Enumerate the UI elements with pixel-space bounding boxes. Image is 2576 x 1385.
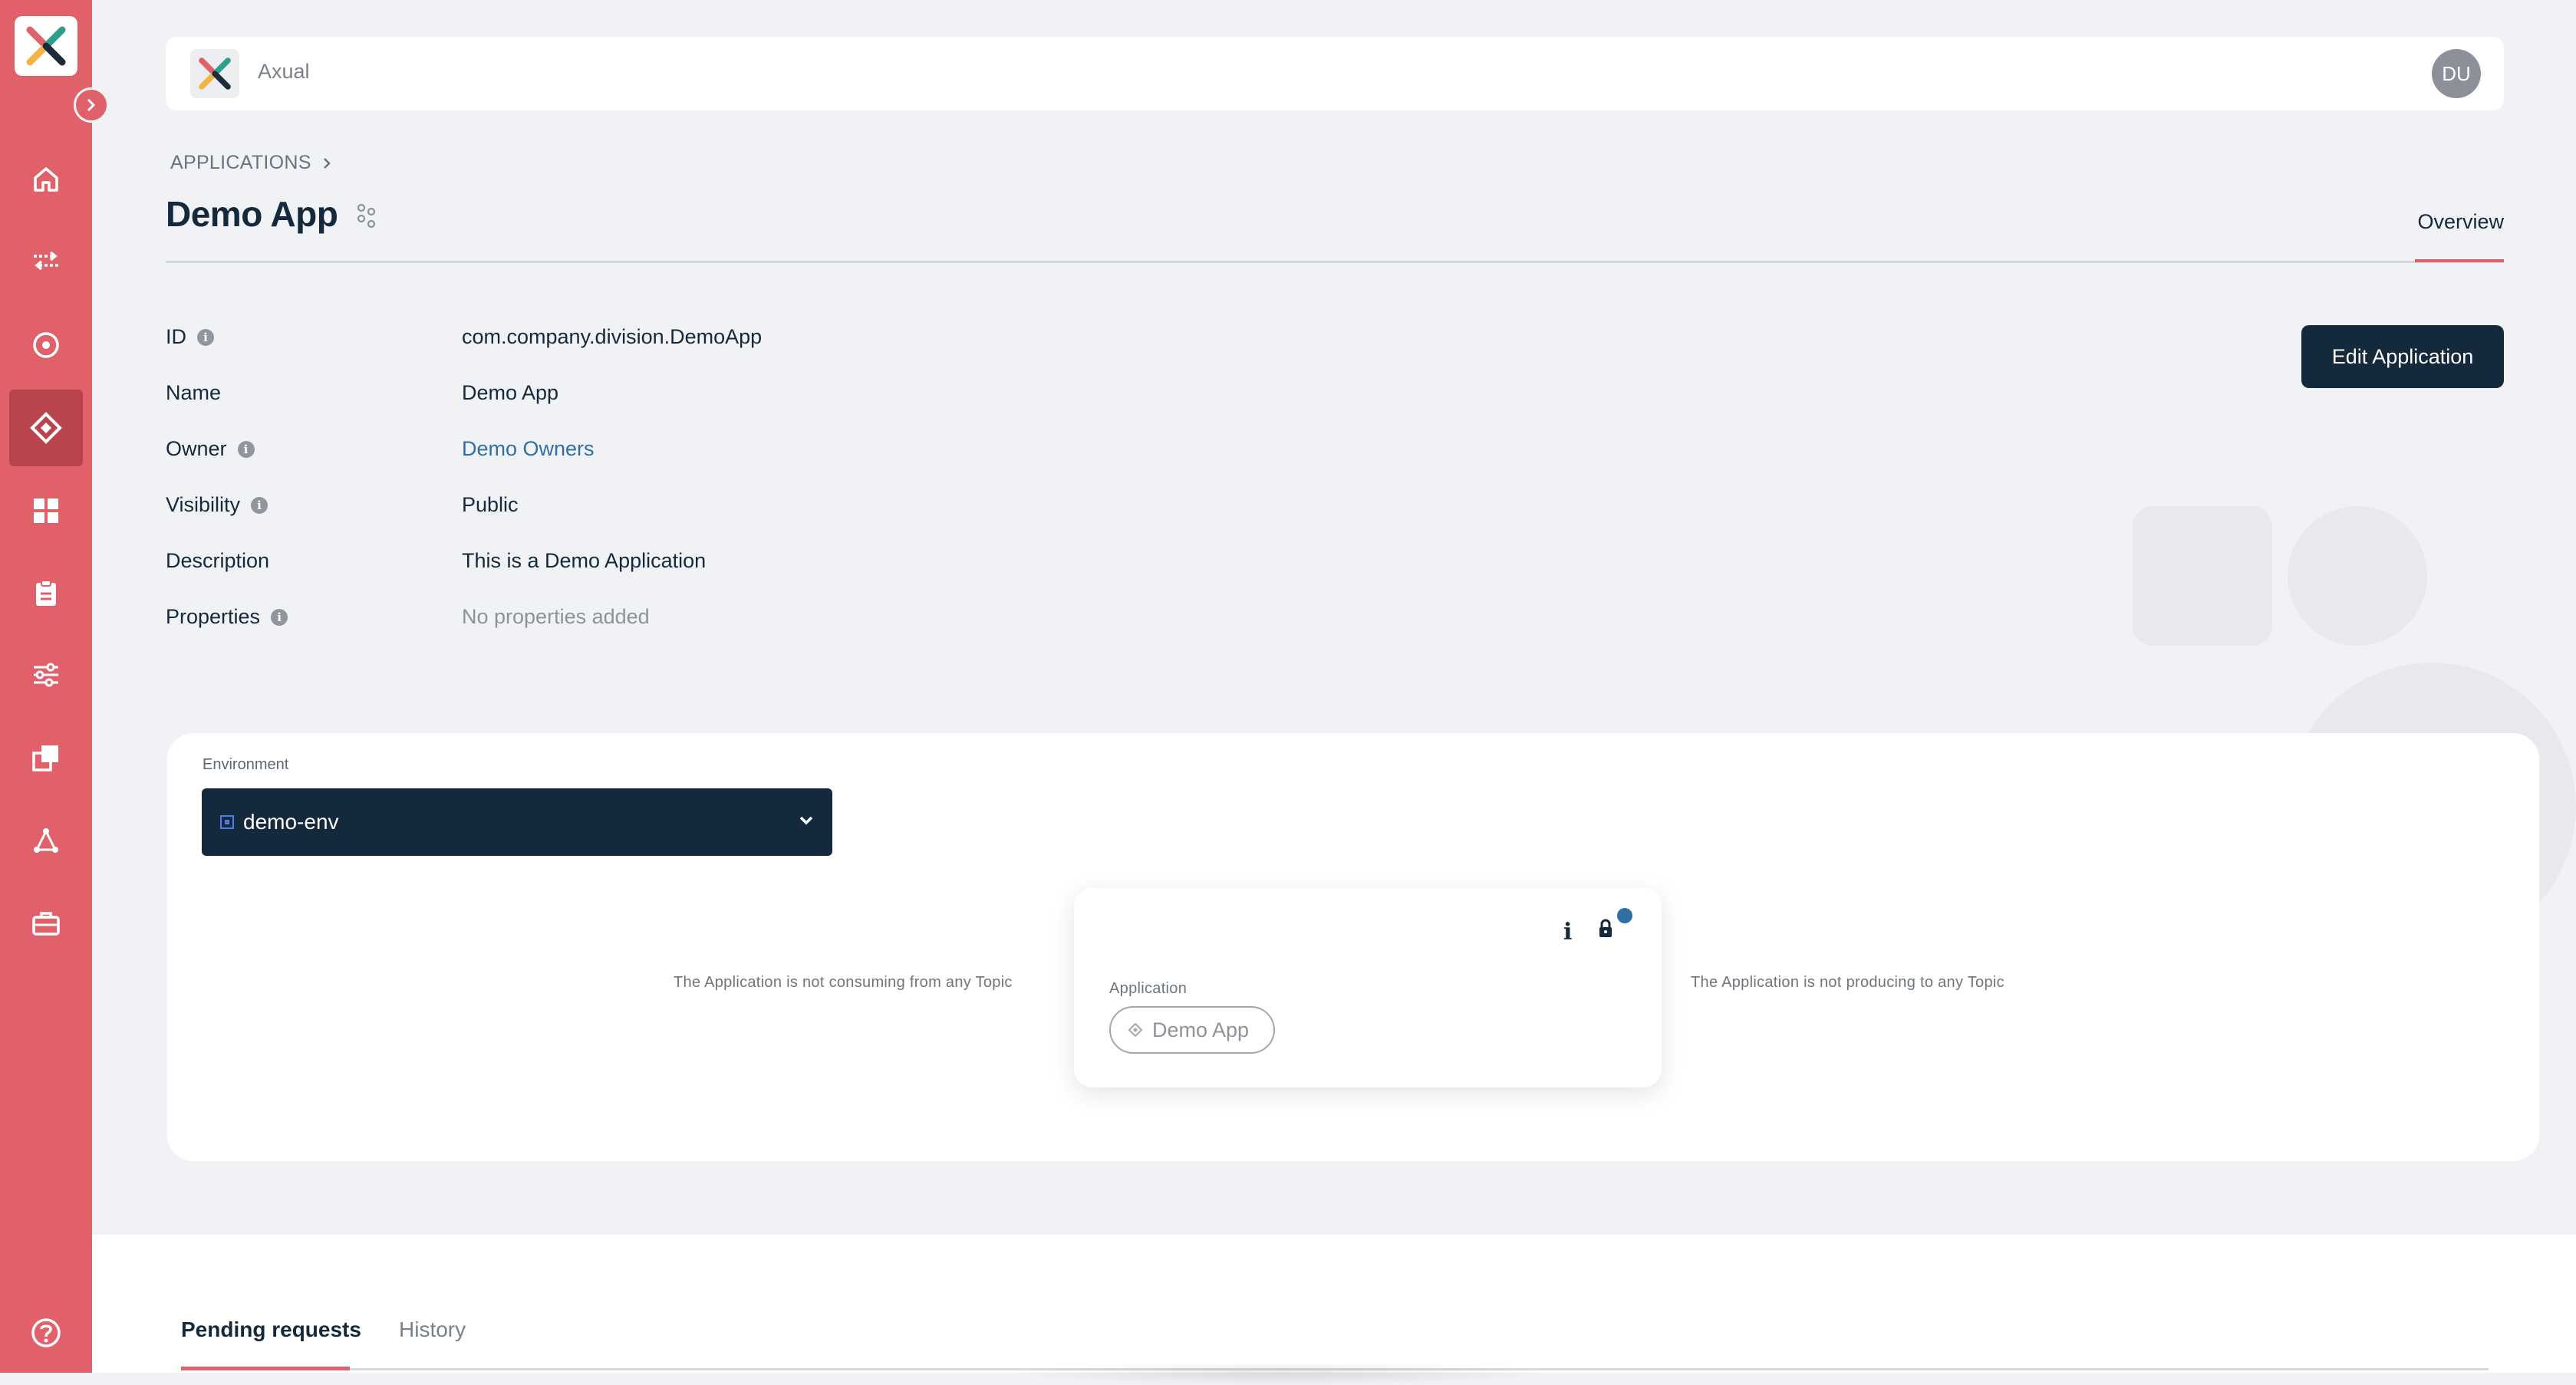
axual-logo-icon [26,26,66,66]
sidebar-item-network[interactable] [0,802,92,879]
consuming-note: The Application is not consuming from an… [674,974,1013,991]
toolbox-icon [32,912,60,936]
sidebar-item-clipboard[interactable] [0,555,92,632]
sidebar-item-settings[interactable] [0,637,92,713]
sidebar-item-topics[interactable] [0,307,92,383]
detail-visibility-value: Public [462,493,519,516]
tab-pending-requests[interactable]: Pending requests [181,1318,361,1342]
network-icon [34,828,58,853]
detail-owner-label: Owner i [166,437,255,461]
axual-logo-icon [199,58,231,90]
tab-overview-indicator [2415,259,2504,262]
tab-overview[interactable]: Overview [2417,210,2504,234]
detail-description-value: This is a Demo Application [462,549,707,572]
detail-name-label: Name [166,381,222,404]
arrows-exchange-icon [34,251,58,271]
home-icon [34,167,58,192]
diamond-icon [30,412,62,444]
environment-selected: demo-env [243,810,339,834]
decorative-square [2133,506,2272,646]
edit-application-button[interactable]: Edit Application [2301,325,2504,388]
diamond-icon [1128,1022,1143,1038]
scroll-shadow [1013,1362,1550,1385]
clipboard-icon [36,580,56,606]
breadcrumb-applications[interactable]: APPLICATIONS [170,152,311,174]
chevron-right-icon [323,157,331,169]
detail-id-value: com.company.division.DemoApp [462,325,763,348]
axual-logo[interactable] [15,16,77,76]
breadcrumb: APPLICATIONS [170,152,331,174]
detail-description-label: Description [166,549,270,572]
info-icon[interactable]: i [197,328,214,346]
environment-icon [220,815,234,829]
decorative-circle [2288,506,2427,646]
environment-card: Environment demo-env The Application is … [167,733,2539,1161]
detail-properties-value: No properties added [462,605,650,628]
info-icon[interactable]: i [237,440,255,458]
target-icon [33,332,59,358]
lock-icon[interactable] [1597,919,1614,943]
org-name: Axual [258,60,310,83]
producing-note: The Application is not producing to any … [1691,974,2004,991]
sidebar-item-tools[interactable] [0,885,92,962]
dashboard-icon [34,498,58,523]
detail-id-label: ID i [166,325,214,349]
help-button[interactable] [29,1316,63,1354]
tab-history[interactable]: History [399,1318,466,1342]
info-icon[interactable]: i [251,496,268,514]
detail-properties-label: Properties i [166,605,288,629]
org-logo[interactable] [190,49,239,98]
info-icon[interactable]: i [271,608,288,626]
detail-name-value: Demo App [462,381,559,404]
chevron-down-icon [799,816,813,825]
sidebar-item-copy[interactable] [0,719,92,796]
application-chip[interactable]: Demo App [1109,1006,1275,1054]
copy-icon [32,745,58,771]
user-avatar[interactable]: DU [2432,49,2481,98]
requests-panel [92,1235,2576,1373]
status-badge [1617,908,1632,923]
sidebar-item-applications[interactable] [9,390,83,466]
help-circle-icon [31,1318,61,1347]
application-chip-label: Demo App [1152,1018,1250,1041]
sidebar-item-home[interactable] [0,141,92,218]
environment-select[interactable]: demo-env [202,788,832,856]
sidebar [0,0,92,1373]
tab-pending-indicator [181,1367,350,1370]
chevron-right-icon [87,98,96,112]
sliders-icon [34,663,58,687]
app-graph-button[interactable] [354,202,377,232]
node-info-icon[interactable]: i [1563,919,1572,946]
application-node[interactable]: i Application Demo App [1074,888,1662,1087]
sidebar-item-streams[interactable] [0,222,92,299]
nodes-icon [357,203,376,229]
detail-visibility-label: Visibility i [166,493,268,517]
node-type-label: Application [1109,980,1188,997]
header-divider [166,261,2504,263]
sidebar-expand-button[interactable] [74,87,109,123]
sidebar-item-dashboard[interactable] [0,472,92,549]
detail-owner-link[interactable]: Demo Owners [462,437,595,461]
top-bar: Axual DU [166,37,2504,110]
environment-label: Environment [203,756,289,773]
page-title: Demo App [166,194,338,234]
